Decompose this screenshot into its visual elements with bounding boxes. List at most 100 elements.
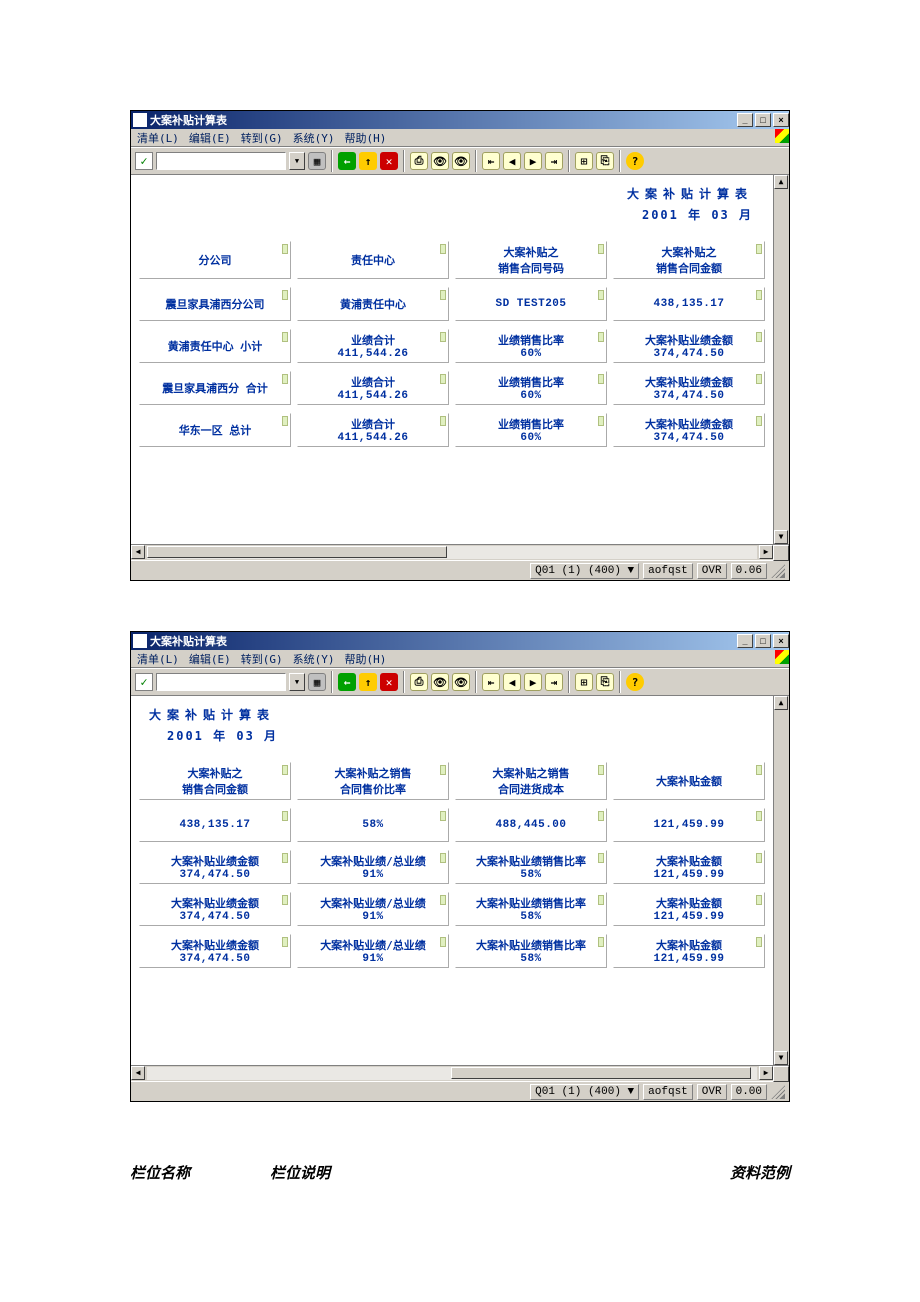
menu-goto[interactable]: 转到(G) <box>241 651 283 667</box>
scroll-right-icon[interactable]: ▶ <box>759 1066 773 1080</box>
app-window-1: 大案补贴计算表 _ □ × 清单(L) 编辑(E) 转到(G) 系统(Y) 帮助… <box>130 110 790 581</box>
scroll-left-icon[interactable]: ◀ <box>131 545 145 559</box>
horizontal-scrollbar[interactable]: ◀ ▶ <box>131 1065 789 1081</box>
cell-marker-icon <box>440 895 446 905</box>
exit-icon[interactable]: ↑ <box>359 673 377 691</box>
cell-text: 大案补贴之 <box>188 765 243 781</box>
cell-text: 业绩合计 <box>351 332 395 348</box>
prev-page-icon[interactable]: ◀ <box>503 673 521 691</box>
menu-system[interactable]: 系统(Y) <box>293 651 335 667</box>
menu-list[interactable]: 清单(L) <box>137 651 179 667</box>
cell-text: 大案补贴业绩/总业绩 <box>320 937 426 953</box>
first-page-icon[interactable]: ⇤ <box>482 673 500 691</box>
resize-grip-icon[interactable] <box>771 1085 785 1099</box>
menu-help[interactable]: 帮助(H) <box>345 651 387 667</box>
save-icon[interactable]: ▦ <box>308 152 326 170</box>
menu-edit[interactable]: 编辑(E) <box>189 130 231 146</box>
horizontal-scrollbar[interactable]: ◀ ▶ <box>131 544 789 560</box>
vertical-scrollbar[interactable]: ▲ ▼ <box>773 696 789 1065</box>
close-button[interactable]: × <box>773 634 789 648</box>
status-session[interactable]: Q01 (1) (400) ▼ <box>530 563 639 579</box>
menu-system[interactable]: 系统(Y) <box>293 130 335 146</box>
cell-text: 488,445.00 <box>495 819 566 831</box>
statusbar: Q01 (1) (400) ▼ aofqst OVR 0.06 <box>131 560 789 580</box>
find-next-icon[interactable]: 👁 <box>452 152 470 170</box>
menu-help[interactable]: 帮助(H) <box>345 130 387 146</box>
scroll-down-icon[interactable]: ▼ <box>774 530 788 544</box>
cell-marker-icon <box>756 244 762 254</box>
cell-value: 58% <box>520 911 541 923</box>
menu-list[interactable]: 清单(L) <box>137 130 179 146</box>
last-page-icon[interactable]: ⇥ <box>545 152 563 170</box>
next-page-icon[interactable]: ▶ <box>524 673 542 691</box>
scroll-thumb[interactable] <box>147 546 447 558</box>
shortcut-icon[interactable]: ⎘ <box>596 673 614 691</box>
cell-text: 业绩销售比率 <box>498 374 564 390</box>
vertical-scrollbar[interactable]: ▲ ▼ <box>773 175 789 544</box>
table-cell: 业绩合计411,544.26 <box>297 371 449 405</box>
cell-text: 121,459.99 <box>653 819 724 831</box>
scroll-thumb[interactable] <box>451 1067 751 1079</box>
table-cell: 大案补贴业绩金额374,474.50 <box>139 850 291 884</box>
back-icon[interactable]: ← <box>338 673 356 691</box>
print-icon[interactable]: ⎙ <box>410 152 428 170</box>
cell-marker-icon <box>440 332 446 342</box>
table-cell: 大案补贴业绩销售比率58% <box>455 850 607 884</box>
cancel-icon[interactable]: ✕ <box>380 152 398 170</box>
find-icon[interactable]: 👁 <box>431 673 449 691</box>
minimize-button[interactable]: _ <box>737 634 753 648</box>
cell-text: 438,135.17 <box>179 819 250 831</box>
next-page-icon[interactable]: ▶ <box>524 152 542 170</box>
cell-value: 60% <box>520 390 541 402</box>
back-icon[interactable]: ← <box>338 152 356 170</box>
scroll-up-icon[interactable]: ▲ <box>774 696 788 710</box>
session-icon[interactable]: ⊞ <box>575 152 593 170</box>
prev-page-icon[interactable]: ◀ <box>503 152 521 170</box>
shortcut-icon[interactable]: ⎘ <box>596 152 614 170</box>
cell-text: 58% <box>362 819 383 831</box>
find-next-icon[interactable]: 👁 <box>452 673 470 691</box>
titlebar: 大案补贴计算表 _ □ × <box>131 111 789 129</box>
save-icon[interactable]: ▦ <box>308 673 326 691</box>
menu-goto[interactable]: 转到(G) <box>241 130 283 146</box>
last-page-icon[interactable]: ⇥ <box>545 673 563 691</box>
cell-marker-icon <box>282 416 288 426</box>
scroll-right-icon[interactable]: ▶ <box>759 545 773 559</box>
command-dropdown[interactable]: ▼ <box>289 152 305 170</box>
maximize-button[interactable]: □ <box>755 113 771 127</box>
table-cell: 震旦家具浦西分 合计 <box>139 371 291 405</box>
cell-text: 震旦家具浦西分公司 <box>166 296 265 312</box>
cancel-icon[interactable]: ✕ <box>380 673 398 691</box>
table-cell: 业绩销售比率60% <box>455 413 607 447</box>
exit-icon[interactable]: ↑ <box>359 152 377 170</box>
command-field[interactable] <box>156 673 286 691</box>
maximize-button[interactable]: □ <box>755 634 771 648</box>
close-button[interactable]: × <box>773 113 789 127</box>
status-ovr: OVR <box>697 563 727 579</box>
report-title: 大案补贴计算表 <box>131 696 773 727</box>
table-cell: 黄浦责任中心 小计 <box>139 329 291 363</box>
resize-grip-icon[interactable] <box>771 564 785 578</box>
first-page-icon[interactable]: ⇤ <box>482 152 500 170</box>
footer-col-example: 资料范例 <box>650 1162 790 1183</box>
find-icon[interactable]: 👁 <box>431 152 449 170</box>
print-icon[interactable]: ⎙ <box>410 673 428 691</box>
session-icon[interactable]: ⊞ <box>575 673 593 691</box>
cell-value: 销售合同金额 <box>182 781 248 797</box>
command-field[interactable] <box>156 152 286 170</box>
menu-edit[interactable]: 编辑(E) <box>189 651 231 667</box>
window-title: 大案补贴计算表 <box>150 633 735 649</box>
table-row: 震旦家具浦西分公司黄浦责任中心SD TEST205438,135.17 <box>139 287 765 321</box>
scroll-down-icon[interactable]: ▼ <box>774 1051 788 1065</box>
help-icon[interactable]: ? <box>626 152 644 170</box>
help-icon[interactable]: ? <box>626 673 644 691</box>
command-dropdown[interactable]: ▼ <box>289 673 305 691</box>
minimize-button[interactable]: _ <box>737 113 753 127</box>
cell-value: 374,474.50 <box>179 869 250 881</box>
enter-button[interactable]: ✓ <box>135 152 153 170</box>
scroll-up-icon[interactable]: ▲ <box>774 175 788 189</box>
enter-button[interactable]: ✓ <box>135 673 153 691</box>
scroll-left-icon[interactable]: ◀ <box>131 1066 145 1080</box>
status-session[interactable]: Q01 (1) (400) ▼ <box>530 1084 639 1100</box>
cell-text: 大案补贴业绩金额 <box>171 937 259 953</box>
